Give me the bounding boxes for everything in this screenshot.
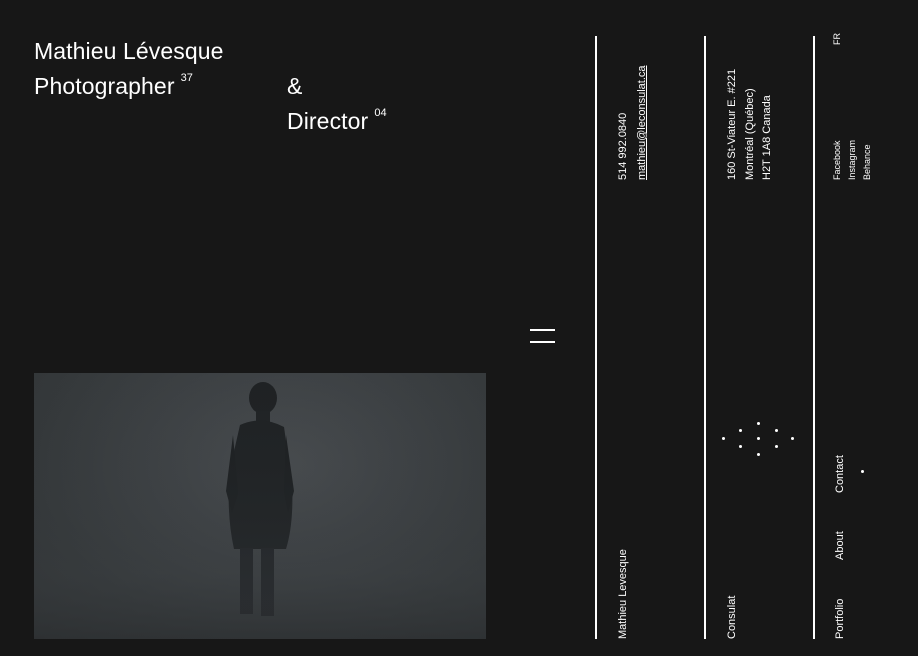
role-director: Director 04 [287, 107, 387, 134]
role-photographer-label: Photographer [34, 73, 175, 99]
nav-item-contact[interactable]: Contact [832, 455, 848, 493]
phone-number[interactable]: 514 992.0840 [615, 113, 631, 180]
divider-contact [595, 36, 597, 639]
role-director-count: 04 [374, 107, 387, 119]
owner-name: Mathieu Levesque [617, 549, 629, 639]
agency-logo-icon [720, 420, 798, 462]
agency-name[interactable]: Consulat [724, 596, 740, 639]
role-photographer: Photographer 37 [34, 72, 194, 99]
nav-item-portfolio[interactable]: Portfolio [832, 599, 848, 639]
role-director-label: Director [287, 108, 369, 134]
name-heading: Mathieu Lévesque [34, 40, 224, 63]
name-text: Mathieu Lévesque [34, 38, 224, 64]
ampersand: & [287, 73, 303, 99]
address-line-3: H2T 1A8 Canada [761, 95, 773, 180]
language-toggle[interactable]: FR [831, 33, 843, 45]
address-line-1: 160 St-Viateur E. #221 [726, 68, 738, 180]
nav-item-about[interactable]: About [832, 531, 848, 560]
social-instagram[interactable]: Instagram [846, 140, 858, 180]
address-line-2: Montréal (Québec) [744, 88, 756, 180]
social-facebook[interactable]: Facebook [831, 140, 843, 180]
social-behance[interactable]: Behance [861, 144, 873, 180]
role-photographer-count: 37 [180, 72, 194, 84]
menu-icon[interactable] [530, 329, 555, 345]
divider-agency [704, 36, 706, 639]
hero-photo[interactable] [34, 373, 486, 639]
email-link[interactable]: mathieu@leconsulat.ca [634, 65, 650, 180]
divider-nav [813, 36, 815, 639]
active-indicator-dot [861, 470, 864, 473]
silhouette-figure [34, 373, 486, 639]
